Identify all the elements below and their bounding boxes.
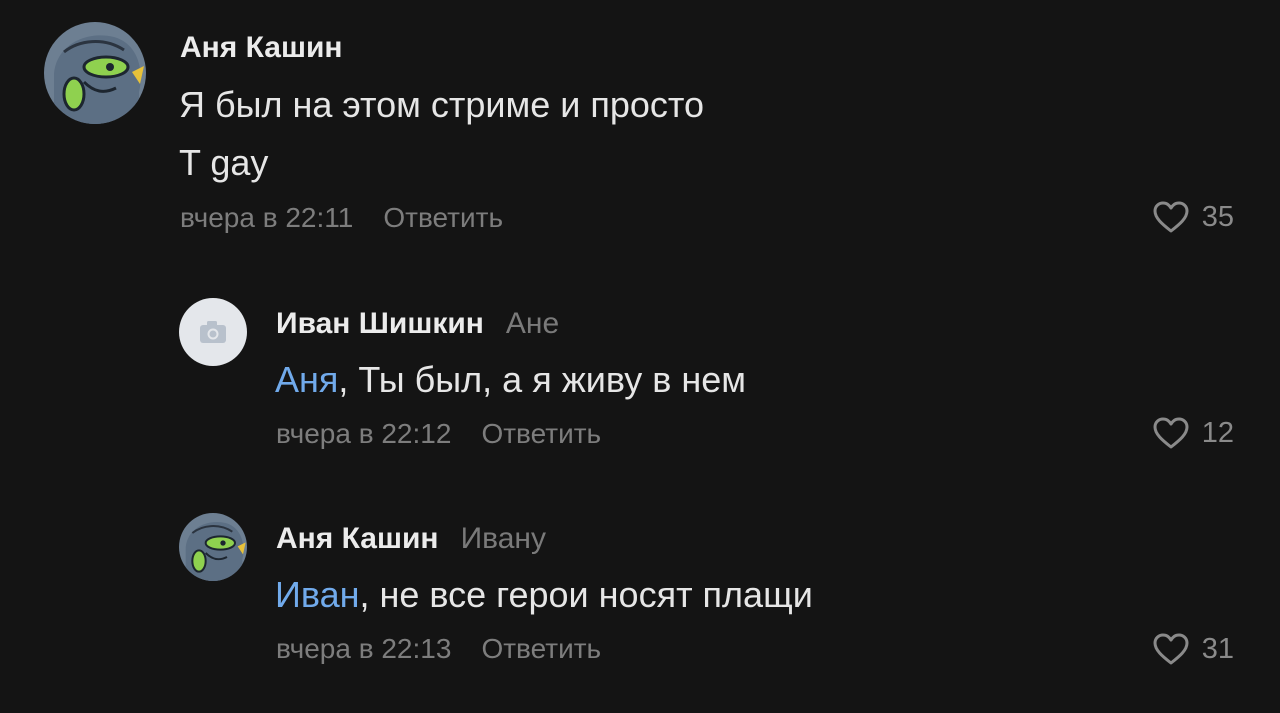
timestamp: вчера в 22:11 xyxy=(180,202,354,233)
reply-button[interactable]: Ответить xyxy=(481,633,601,664)
comment-meta: вчера в 22:11 Ответить xyxy=(180,201,503,235)
comment-text-line: Я был на этом стриме и просто xyxy=(179,84,704,125)
comment-text: Я был на этом стриме и просто T gay xyxy=(179,76,704,192)
heart-icon xyxy=(1153,201,1189,233)
comment-text-body: , Ты был, а я живу в нем xyxy=(338,359,747,400)
character-avatar-image xyxy=(179,513,247,581)
like-button[interactable]: 31 xyxy=(1152,632,1234,666)
comment-text-body: , не все герои носят плащи xyxy=(359,574,813,615)
reply-button[interactable]: Ответить xyxy=(383,202,503,233)
comment-meta: вчера в 22:12 Ответить xyxy=(276,417,601,451)
reply-to-label[interactable]: Ивану xyxy=(461,522,546,555)
author-name[interactable]: Аня Кашин xyxy=(180,31,343,64)
author-name[interactable]: Иван Шишкин xyxy=(276,307,484,340)
timestamp: вчера в 22:12 xyxy=(276,418,452,449)
comment-text: Иван, не все герои носят плащи xyxy=(275,566,813,624)
comment-text-line: T gay xyxy=(179,142,269,183)
like-button[interactable]: 12 xyxy=(1152,416,1234,450)
heart-icon xyxy=(1153,417,1189,449)
character-avatar-image xyxy=(44,22,146,124)
comment-header: Аня Кашин xyxy=(180,30,343,66)
avatar[interactable] xyxy=(179,298,247,366)
comment-meta: вчера в 22:13 Ответить xyxy=(276,632,601,666)
like-count: 12 xyxy=(1201,416,1234,449)
comment-header: Иван Шишкин Ане xyxy=(276,306,559,342)
like-count: 35 xyxy=(1201,200,1234,233)
like-count: 31 xyxy=(1201,632,1234,665)
mention-link[interactable]: Аня xyxy=(275,359,338,400)
avatar[interactable] xyxy=(44,22,146,124)
reply-button[interactable]: Ответить xyxy=(481,418,601,449)
camera-icon xyxy=(200,321,226,343)
comment-header: Аня Кашин Ивану xyxy=(276,521,546,557)
like-button[interactable]: 35 xyxy=(1152,200,1234,234)
avatar[interactable] xyxy=(179,513,247,581)
heart-icon xyxy=(1153,633,1189,665)
mention-link[interactable]: Иван xyxy=(275,574,360,615)
timestamp: вчера в 22:13 xyxy=(276,633,452,664)
comment-text: Аня, Ты был, а я живу в нем xyxy=(275,351,746,409)
reply-to-label[interactable]: Ане xyxy=(506,307,559,340)
author-name[interactable]: Аня Кашин xyxy=(276,522,439,555)
